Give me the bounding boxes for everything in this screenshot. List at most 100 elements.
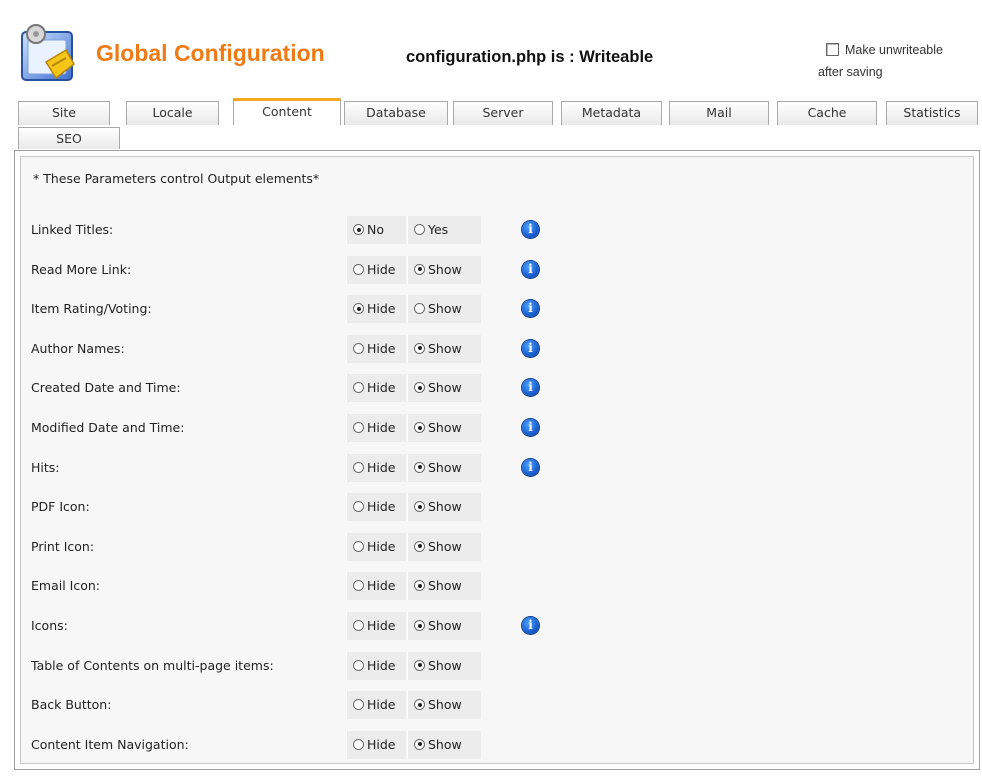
option-hide[interactable]: Hide	[346, 532, 406, 561]
option-hide[interactable]: Hide	[346, 691, 406, 720]
tab-statistics[interactable]: Statistics	[886, 101, 978, 125]
option-yes[interactable]: Yes	[407, 216, 481, 244]
radio-show[interactable]	[414, 738, 425, 750]
tab-cache[interactable]: Cache	[777, 101, 877, 125]
radio-hide[interactable]	[353, 382, 364, 394]
option-hide[interactable]: Hide	[346, 730, 406, 759]
setting-label: Email Icon:	[31, 578, 100, 594]
radio-hide[interactable]	[353, 580, 364, 592]
page-title: Global Configuration	[96, 40, 325, 66]
make-unwriteable-label: Make unwriteable	[845, 43, 943, 57]
option-hide[interactable]: Hide	[346, 493, 406, 522]
option-show[interactable]: Show	[407, 651, 481, 680]
radio-show[interactable]	[414, 342, 425, 354]
info-icon[interactable]: i	[522, 339, 539, 357]
setting-label: Item Rating/Voting:	[31, 301, 152, 317]
tab-metadata[interactable]: Metadata	[561, 101, 662, 125]
setting-label: Hits:	[31, 459, 60, 475]
option-show[interactable]: Show	[407, 374, 481, 403]
radio-no[interactable]	[353, 224, 364, 235]
radio-hide[interactable]	[353, 342, 364, 354]
radio-show[interactable]	[414, 422, 425, 433]
radio-show[interactable]	[414, 303, 425, 315]
tab-server[interactable]: Server	[453, 101, 553, 125]
radio-hide[interactable]	[353, 738, 364, 750]
tab-content[interactable]: Content	[233, 98, 341, 125]
radio-show[interactable]	[414, 263, 425, 275]
option-show[interactable]: Show	[407, 295, 481, 324]
option-label: Hide	[367, 499, 396, 515]
option-label: Yes	[428, 222, 449, 237]
option-show[interactable]: Show	[407, 453, 481, 482]
config-document-icon	[21, 24, 75, 81]
make-unwriteable-checkbox[interactable]	[826, 43, 839, 56]
tab-seo[interactable]: SEO	[18, 127, 120, 149]
setting-label: Linked Titles:	[31, 222, 114, 237]
option-hide[interactable]: Hide	[346, 374, 406, 403]
radio-show[interactable]	[414, 580, 425, 592]
option-label: Show	[428, 538, 462, 554]
option-hide[interactable]: Hide	[346, 255, 406, 284]
setting-row: Linked Titles: No Yes i	[21, 212, 973, 248]
tab-mail[interactable]: Mail	[669, 101, 769, 125]
setting-label: Created Date and Time:	[31, 380, 181, 396]
option-show[interactable]: Show	[407, 572, 481, 601]
radio-yes[interactable]	[414, 224, 425, 235]
radio-show[interactable]	[414, 382, 425, 394]
info-icon[interactable]: i	[522, 419, 539, 436]
option-show[interactable]: Show	[407, 691, 481, 720]
radio-hide[interactable]	[353, 620, 364, 631]
radio-hide[interactable]	[353, 501, 364, 513]
radio-hide[interactable]	[353, 263, 364, 275]
option-label: Hide	[367, 261, 396, 277]
parameters-note: * These Parameters control Output elemen…	[33, 171, 320, 186]
setting-row: Icons: Hide Show i	[21, 608, 973, 644]
tab-database[interactable]: Database	[344, 101, 448, 125]
radio-show[interactable]	[414, 461, 425, 473]
option-show[interactable]: Show	[407, 612, 481, 640]
radio-show[interactable]	[414, 501, 425, 513]
option-show[interactable]: Show	[407, 334, 481, 363]
option-show[interactable]: Show	[407, 532, 481, 561]
setting-row: Item Rating/Voting: Hide Show i	[21, 291, 973, 327]
setting-label: Author Names:	[31, 340, 125, 356]
setting-label: Print Icon:	[31, 538, 95, 554]
radio-hide[interactable]	[353, 699, 364, 711]
radio-show[interactable]	[414, 659, 425, 671]
option-no[interactable]: No	[346, 216, 406, 244]
setting-row: Content Item Navigation: Hide Show	[21, 727, 973, 763]
info-icon[interactable]: i	[522, 260, 539, 278]
radio-hide[interactable]	[353, 303, 364, 315]
option-label: Show	[428, 657, 462, 673]
radio-show[interactable]	[414, 620, 425, 631]
option-show[interactable]: Show	[407, 255, 481, 284]
info-icon[interactable]: i	[522, 458, 539, 476]
info-icon[interactable]: i	[522, 221, 539, 238]
info-icon[interactable]: i	[522, 300, 539, 318]
info-icon[interactable]: i	[522, 379, 539, 397]
option-show[interactable]: Show	[407, 730, 481, 759]
radio-hide[interactable]	[353, 659, 364, 671]
option-hide[interactable]: Hide	[346, 334, 406, 363]
radio-hide[interactable]	[353, 540, 364, 552]
option-show[interactable]: Show	[407, 414, 481, 442]
setting-row: Read More Link: Hide Show i	[21, 252, 973, 288]
option-hide[interactable]: Hide	[346, 651, 406, 680]
setting-label: Table of Contents on multi-page items:	[31, 657, 274, 673]
info-icon[interactable]: i	[522, 617, 539, 634]
tab-site[interactable]: Site	[18, 101, 110, 125]
option-hide[interactable]: Hide	[346, 572, 406, 601]
radio-show[interactable]	[414, 699, 425, 711]
tab-locale[interactable]: Locale	[126, 101, 219, 125]
radio-show[interactable]	[414, 540, 425, 552]
option-hide[interactable]: Hide	[346, 414, 406, 442]
option-hide[interactable]: Hide	[346, 295, 406, 324]
option-hide[interactable]: Hide	[346, 453, 406, 482]
option-hide[interactable]: Hide	[346, 612, 406, 640]
option-show[interactable]: Show	[407, 493, 481, 522]
option-label: Show	[428, 301, 462, 317]
setting-row: PDF Icon: Hide Show	[21, 489, 973, 525]
make-unwriteable-option[interactable]: Make unwriteable after saving	[818, 39, 982, 83]
radio-hide[interactable]	[353, 422, 364, 433]
radio-hide[interactable]	[353, 461, 364, 473]
